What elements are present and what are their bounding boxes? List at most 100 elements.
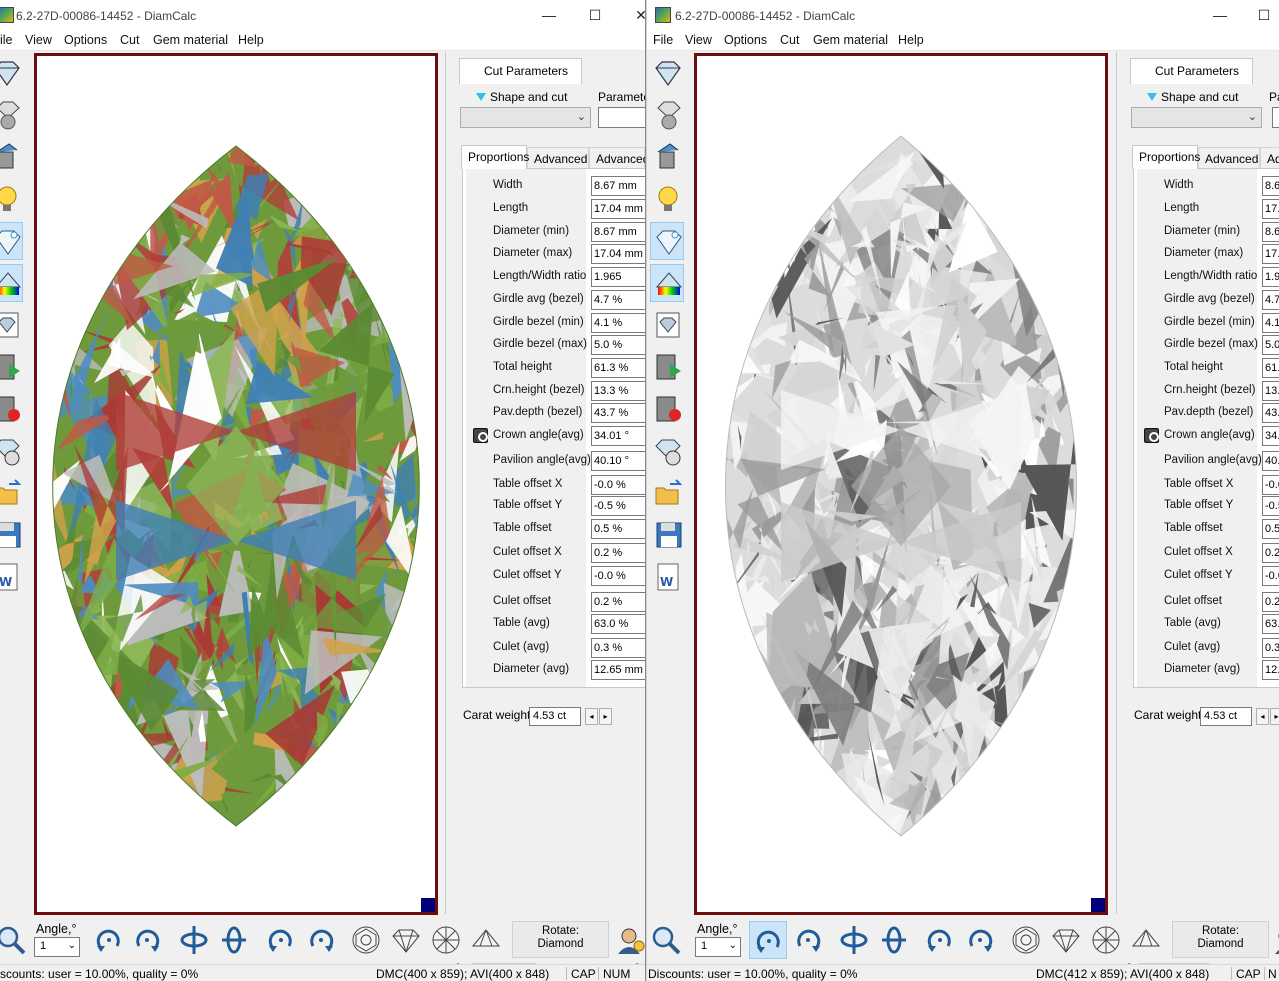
row-value-field[interactable]: 12.6 [1262, 660, 1279, 680]
minimize-button[interactable]: — [1207, 4, 1233, 26]
spin-left-button[interactable]: ◂ [585, 708, 598, 725]
menu-cut[interactable]: Cut [120, 33, 139, 47]
row-value-field[interactable]: 34.01 ° [591, 426, 645, 446]
lock-icon[interactable] [473, 428, 488, 443]
user-settings-button[interactable] [612, 921, 645, 959]
menu-cut[interactable]: Cut [780, 33, 799, 47]
row-value-field[interactable]: -0.0 % [591, 475, 645, 495]
spin-right-button[interactable]: ▸ [599, 708, 612, 725]
row-value-field[interactable]: 0.3 [1262, 638, 1279, 658]
angle-select[interactable]: 1 ⌄ [34, 937, 80, 957]
menu-file[interactable]: File [653, 33, 673, 47]
menu-gem-material[interactable]: Gem material [813, 33, 888, 47]
parameter-input[interactable] [1272, 107, 1279, 128]
spin-right-button[interactable]: ▸ [1270, 708, 1279, 725]
user-settings-button[interactable] [1269, 921, 1279, 959]
toolbar-button-open-folder[interactable] [650, 474, 684, 512]
menu-view[interactable]: View [685, 33, 712, 47]
diamond-top-view-button[interactable] [1007, 921, 1045, 959]
row-value-field[interactable]: 40.1 [1262, 451, 1279, 471]
row-value-field[interactable]: 8.67 mm [591, 176, 645, 196]
row-value-field[interactable]: 40.10 ° [591, 451, 645, 471]
menu-options[interactable]: Options [724, 33, 767, 47]
toolbar-button-record[interactable] [650, 390, 684, 428]
toolbar-button-paint[interactable] [0, 138, 23, 176]
toolbar-button-diamond-settings[interactable] [650, 432, 684, 470]
toolbar-button-gem-frame[interactable] [0, 306, 23, 344]
row-value-field[interactable]: -0.0 [1262, 475, 1279, 495]
row-value-field[interactable]: 8.6 [1262, 176, 1279, 196]
row-value-field[interactable]: 0.2 [1262, 592, 1279, 612]
row-value-field[interactable]: 1.965 [591, 267, 645, 287]
row-value-field[interactable]: -0.5 [1262, 496, 1279, 516]
carat-weight-field[interactable]: 4.53 ct [1200, 707, 1252, 726]
row-value-field[interactable]: -0.5 % [591, 496, 645, 516]
maximize-button[interactable]: ☐ [582, 4, 608, 26]
row-value-field[interactable]: 43.7 [1262, 403, 1279, 423]
diamond-pavilion-view-button[interactable] [1127, 921, 1165, 959]
gem-viewport[interactable] [694, 53, 1108, 915]
menu-gem-material[interactable]: Gem material [153, 33, 228, 47]
toolbar-button-diamond-view[interactable] [0, 54, 23, 92]
row-value-field[interactable]: 61.3 [1262, 358, 1279, 378]
zoom-button[interactable] [0, 921, 30, 959]
toolbar-button-light-bulb[interactable] [650, 180, 684, 218]
row-value-field[interactable]: 8.6 [1262, 222, 1279, 242]
rotate-clockwise-button[interactable] [262, 921, 300, 959]
rotate-counterclockwise-button[interactable] [128, 921, 166, 959]
row-value-field[interactable]: 1.9 [1262, 267, 1279, 287]
diamond-bottom-view-button[interactable] [1087, 921, 1125, 959]
flip-horizontal-button[interactable] [215, 921, 253, 959]
row-value-field[interactable]: 5.0 % [591, 335, 645, 355]
tab-advanced[interactable]: Adv [1260, 147, 1279, 168]
row-value-field[interactable]: -0.0 [1262, 566, 1279, 586]
row-value-field[interactable]: 0.2 % [591, 543, 645, 563]
menu-view[interactable]: View [25, 33, 52, 47]
row-value-field[interactable]: 4.7 [1262, 290, 1279, 310]
diamond-side-view-button[interactable] [387, 921, 425, 959]
flip-horizontal-button[interactable] [875, 921, 913, 959]
toolbar-button-light-bulb[interactable] [0, 180, 23, 218]
toolbar-button-spectrum[interactable] [650, 264, 684, 302]
tab-cut-parameters[interactable]: Cut Parameters [1130, 58, 1253, 84]
menu-help[interactable]: Help [898, 33, 924, 47]
gem-viewport[interactable] [34, 53, 438, 915]
tab-proportions[interactable]: Proportions [461, 145, 529, 169]
rotate-mode-button[interactable]: Rotate: Diamond [1172, 921, 1269, 958]
toolbar-button-word-export[interactable]: W [650, 558, 684, 596]
toolbar-button-gem-frame[interactable] [650, 306, 684, 344]
tab-proportions[interactable]: Proportions [1132, 145, 1200, 169]
row-value-field[interactable]: 17.0 [1262, 244, 1279, 264]
row-value-field[interactable]: 0.3 % [591, 638, 645, 658]
row-value-field[interactable]: 63.0 % [591, 614, 645, 634]
row-value-field[interactable]: 4.1 [1262, 313, 1279, 333]
close-button[interactable]: ✕ [628, 4, 645, 26]
angle-select[interactable]: 1 ⌄ [695, 937, 741, 957]
flip-vertical-button[interactable] [835, 921, 873, 959]
rotate-clockwise-button[interactable] [921, 921, 959, 959]
row-value-field[interactable]: 5.0 [1262, 335, 1279, 355]
toolbar-button-paint[interactable] [650, 138, 684, 176]
row-value-field[interactable]: 12.65 mm [591, 660, 645, 680]
toolbar-button-save-disk[interactable] [650, 516, 684, 554]
row-value-field[interactable]: 13.3 [1262, 381, 1279, 401]
row-value-field[interactable]: 17.0 [1262, 199, 1279, 219]
toolbar-button-video-play[interactable] [0, 348, 23, 386]
row-value-field[interactable]: -0.0 % [591, 566, 645, 586]
tab-advanced[interactable]: Advanced [1198, 147, 1260, 168]
row-value-field[interactable]: 0.5 [1262, 519, 1279, 539]
row-value-field[interactable]: 0.5 % [591, 519, 645, 539]
diamond-top-view-button[interactable] [347, 921, 385, 959]
row-value-field[interactable]: 17.04 mm [591, 244, 645, 264]
row-value-field[interactable]: 4.1 % [591, 313, 645, 333]
rotate-counterclockwise-button[interactable] [789, 921, 827, 959]
diamond-bottom-view-button[interactable] [427, 921, 465, 959]
row-value-field[interactable]: 63.0 [1262, 614, 1279, 634]
lock-icon[interactable] [1144, 428, 1159, 443]
toolbar-button-record[interactable] [0, 390, 23, 428]
diamond-pavilion-view-button[interactable] [467, 921, 505, 959]
toolbar-button-spectrum[interactable] [0, 264, 23, 302]
menu-help[interactable]: Help [238, 33, 264, 47]
toolbar-button-word-export[interactable]: W [0, 558, 23, 596]
row-value-field[interactable]: 13.3 % [591, 381, 645, 401]
